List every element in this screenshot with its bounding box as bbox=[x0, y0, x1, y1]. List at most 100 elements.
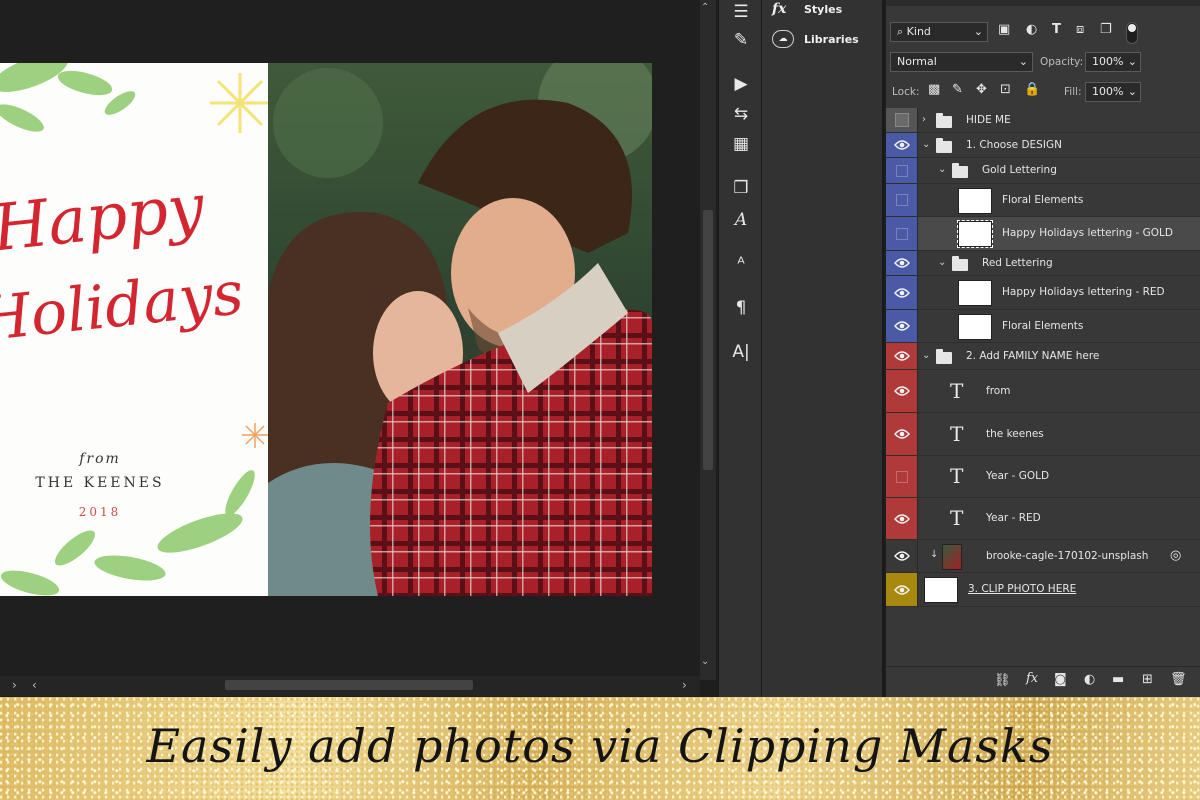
brush-presets-icon[interactable]: ✎ bbox=[729, 28, 753, 52]
libraries-panel-button[interactable]: ☁ Libraries bbox=[772, 28, 859, 50]
eye-icon[interactable] bbox=[886, 251, 918, 275]
link-layers-icon[interactable]: ⛓ bbox=[994, 673, 1011, 688]
folder-icon bbox=[936, 137, 952, 153]
vertical-scroll-thumb[interactable] bbox=[703, 210, 713, 470]
character-panel-icon[interactable]: A| bbox=[729, 340, 753, 364]
filter-smart-object-icon[interactable]: ❐ bbox=[1100, 22, 1112, 37]
new-adjustment-icon[interactable]: ◐ bbox=[1084, 672, 1095, 687]
layer-row[interactable]: 3. CLIP PHOTO HERE bbox=[886, 573, 1200, 607]
type-layer-icon: T bbox=[950, 378, 964, 403]
layer-name: Year - RED bbox=[986, 512, 1041, 524]
smart-filter-icon: ◎ bbox=[1170, 547, 1182, 563]
folder-icon bbox=[936, 112, 952, 128]
lock-transparent-icon[interactable]: ▩ bbox=[928, 82, 940, 97]
glyphs-icon[interactable]: ᴬ bbox=[729, 252, 753, 276]
actions-play-icon[interactable]: ▶ bbox=[729, 72, 753, 96]
fill-value: 100% bbox=[1092, 85, 1124, 98]
eye-icon[interactable] bbox=[886, 370, 918, 412]
scroll-right-arrow-icon[interactable]: › bbox=[682, 678, 687, 692]
filter-pixel-icon[interactable]: ▣ bbox=[998, 22, 1010, 37]
new-layer-icon[interactable]: ⊞ bbox=[1142, 672, 1153, 687]
chevron-down-icon: ⌄ bbox=[1127, 55, 1137, 68]
banner-caption: Easily add photos via Clipping Masks bbox=[146, 719, 1054, 773]
layer-row[interactable]: Tfrom bbox=[886, 370, 1200, 413]
layer-thumbnail bbox=[957, 220, 993, 248]
lock-position-move-icon[interactable]: ✥ bbox=[976, 82, 987, 97]
layer-thumbnail bbox=[958, 280, 992, 306]
chevron-down-icon: ⌄ bbox=[973, 25, 983, 38]
layer-filter-select[interactable]: ⌕ Kind ⌄ bbox=[890, 22, 988, 42]
eye-icon[interactable] bbox=[886, 540, 918, 572]
visibility-toggle[interactable] bbox=[886, 184, 918, 216]
eye-icon[interactable] bbox=[886, 413, 918, 455]
card-year: 2018 bbox=[78, 505, 122, 519]
visibility-toggle[interactable] bbox=[886, 456, 918, 497]
horizontal-scroll-thumb[interactable] bbox=[225, 680, 473, 690]
scroll-down-arrow-icon[interactable]: ⌄ bbox=[701, 656, 709, 667]
filter-type-icon[interactable]: T bbox=[1052, 22, 1061, 37]
new-group-folder-icon[interactable]: ▬ bbox=[1112, 672, 1124, 687]
eye-icon[interactable] bbox=[886, 310, 918, 342]
layer-row[interactable]: ↓ brooke-cagle-170102-unsplash ◎ bbox=[886, 540, 1200, 573]
eye-icon[interactable] bbox=[886, 276, 918, 309]
styles-panel-button[interactable]: fx Styles bbox=[772, 0, 842, 20]
lock-all-icon[interactable]: 🔒 bbox=[1024, 82, 1040, 97]
adjustments-icon[interactable]: ☰ bbox=[729, 0, 753, 24]
trash-icon[interactable]: 🗑 bbox=[1170, 672, 1187, 687]
layer-row[interactable]: ⌄ Red Lettering bbox=[886, 251, 1200, 276]
filter-shape-icon[interactable]: ⧈ bbox=[1076, 22, 1084, 37]
eye-icon[interactable] bbox=[886, 133, 918, 157]
expand-chevron-icon[interactable]: ⌄ bbox=[938, 257, 946, 268]
layer-row[interactable]: Happy Holidays lettering - GOLD bbox=[886, 217, 1200, 251]
expand-chevron-icon[interactable]: ⌄ bbox=[922, 139, 930, 150]
expand-panel-chevron-icon[interactable]: › bbox=[12, 678, 17, 692]
lock-pixels-brush-icon[interactable]: ✎ bbox=[952, 82, 963, 97]
layer-row[interactable]: ⌄ 1. Choose DESIGN bbox=[886, 133, 1200, 158]
expand-chevron-icon[interactable]: ⌄ bbox=[938, 164, 946, 175]
fx-icon[interactable]: fx bbox=[1026, 671, 1038, 686]
scroll-left-arrow-icon[interactable]: ‹ bbox=[32, 678, 37, 692]
scroll-up-arrow-icon[interactable]: ⌃ bbox=[701, 2, 709, 13]
eye-icon[interactable] bbox=[886, 343, 918, 369]
lock-label: Lock: bbox=[892, 86, 920, 98]
eye-icon[interactable] bbox=[886, 498, 918, 539]
cloud-libraries-icon: ☁ bbox=[772, 30, 794, 48]
layer-row[interactable]: › HIDE ME bbox=[886, 108, 1200, 133]
layers-panel: ⌕ Kind ⌄ ▣ ◐ T ⧈ ❐ Normal ⌄ Opacity: 100… bbox=[886, 0, 1200, 697]
filter-toggle[interactable] bbox=[1126, 22, 1138, 44]
layer-row[interactable]: Floral Elements bbox=[886, 184, 1200, 217]
layer-name: the keenes bbox=[986, 427, 1044, 440]
3d-cube-icon[interactable]: ❒ bbox=[729, 176, 753, 200]
layer-thumbnail bbox=[942, 543, 962, 570]
layer-row[interactable]: T Year - GOLD bbox=[886, 456, 1200, 498]
libraries-label: Libraries bbox=[804, 32, 859, 46]
visibility-toggle[interactable] bbox=[886, 108, 918, 132]
search-icon: ⌕ bbox=[897, 25, 907, 38]
swatches-grid-icon[interactable]: ▦ bbox=[729, 132, 753, 156]
layer-row[interactable]: Tthe keenes bbox=[886, 413, 1200, 456]
eye-icon[interactable] bbox=[886, 573, 918, 606]
history-icon[interactable]: ⇆ bbox=[729, 102, 753, 126]
layer-row[interactable]: T Year - RED bbox=[886, 498, 1200, 540]
layer-row[interactable]: ⌄ Gold Lettering bbox=[886, 158, 1200, 184]
fill-label: Fill: bbox=[1064, 86, 1082, 98]
character-styles-icon[interactable]: A bbox=[729, 208, 753, 232]
lock-artboard-icon[interactable]: ⊡ bbox=[1000, 82, 1011, 97]
opacity-input[interactable]: 100% ⌄ bbox=[1085, 52, 1141, 72]
layer-name: Floral Elements bbox=[1002, 319, 1084, 332]
layer-row[interactable]: Happy Holidays lettering - RED bbox=[886, 276, 1200, 310]
add-mask-icon[interactable]: ◙ bbox=[1054, 672, 1067, 687]
visibility-toggle[interactable] bbox=[886, 217, 918, 250]
expand-chevron-icon[interactable]: › bbox=[922, 114, 926, 125]
layer-name: from bbox=[986, 384, 1011, 397]
paragraph-icon[interactable]: ¶ bbox=[729, 296, 753, 320]
visibility-toggle[interactable] bbox=[886, 158, 918, 183]
fill-input[interactable]: 100% ⌄ bbox=[1085, 82, 1141, 102]
expand-chevron-icon[interactable]: ⌄ bbox=[922, 350, 930, 361]
layer-row[interactable]: Floral Elements bbox=[886, 310, 1200, 343]
opacity-label: Opacity: bbox=[1040, 56, 1084, 68]
layer-row[interactable]: ⌄ 2. Add FAMILY NAME here bbox=[886, 343, 1200, 370]
filter-adjustment-icon[interactable]: ◐ bbox=[1026, 22, 1037, 37]
folder-icon bbox=[952, 255, 968, 271]
blend-mode-select[interactable]: Normal ⌄ bbox=[890, 52, 1033, 72]
